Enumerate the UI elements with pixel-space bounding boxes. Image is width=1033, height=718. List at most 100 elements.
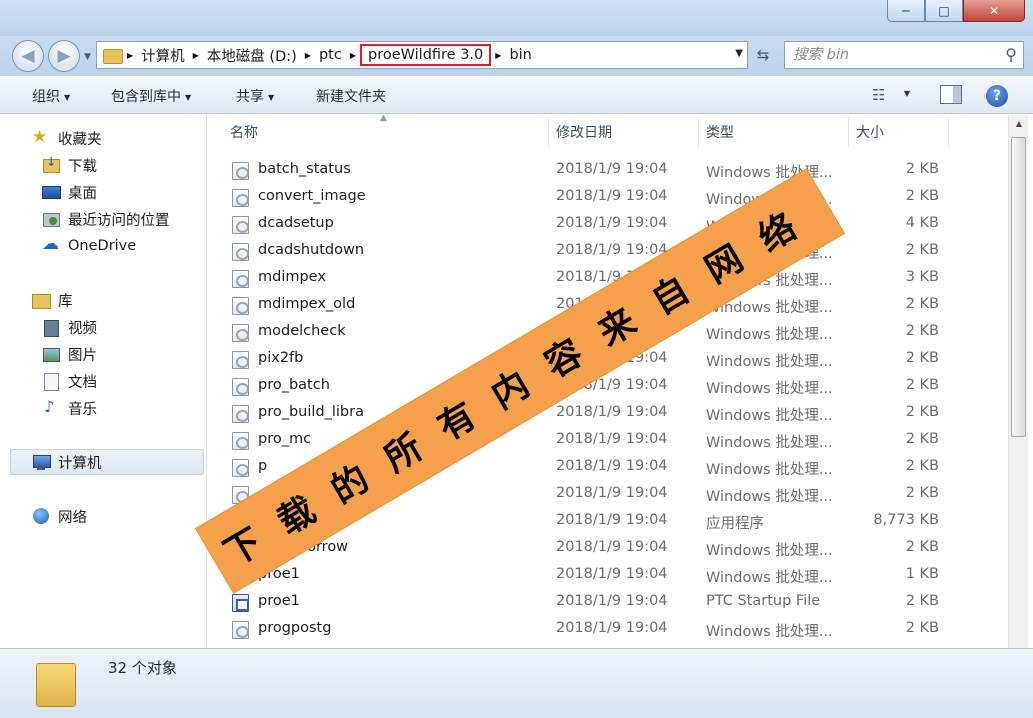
file-date: 2018/1/9 19:04 <box>556 620 668 636</box>
sidebar-item-onedrive[interactable]: OneDrive <box>42 234 137 257</box>
chevron-right-icon[interactable]: ▶ <box>193 51 199 60</box>
share-button[interactable]: 共享 ▼ <box>236 86 274 106</box>
address-bar[interactable]: ▶ 计算机 ▶ 本地磁盘 (D:) ▶ ptc ▶ proeWildfire 3… <box>96 41 748 69</box>
file-name: convert_image <box>258 188 366 204</box>
chevron-right-icon[interactable]: ▶ <box>305 51 311 60</box>
sidebar-item-label: 文档 <box>68 374 97 391</box>
sidebar-item-downloads[interactable]: 下载 <box>42 154 97 176</box>
scroll-up-icon[interactable]: ▲ <box>1012 117 1026 131</box>
file-type: Windows 批处理... <box>706 489 833 505</box>
chevron-right-icon[interactable]: ▶ <box>350 51 356 60</box>
column-header-size[interactable]: 大小 <box>856 115 884 149</box>
chevron-right-icon[interactable]: ▶ <box>127 51 133 60</box>
chevron-down-icon: ▼ <box>268 92 275 102</box>
column-divider[interactable] <box>948 117 949 147</box>
file-row[interactable]: convert_image2018/1/9 19:04Windows 批处理..… <box>208 184 1008 211</box>
view-options-icon[interactable]: ☷ <box>872 86 885 104</box>
file-name: modelcheck <box>258 323 346 339</box>
file-row[interactable]: proe_borrow2018/1/9 19:04Windows 批处理...2… <box>208 535 1008 562</box>
search-icon[interactable]: ⚲ <box>1005 45 1017 64</box>
include-in-library-button[interactable]: 包含到库中 ▼ <box>111 86 191 106</box>
breadcrumb-ptc[interactable]: ptc <box>319 47 342 63</box>
sidebar-item-music[interactable]: 音乐 <box>42 397 97 419</box>
sidebar-item-computer[interactable]: 计算机 <box>32 451 102 473</box>
refresh-button[interactable]: ⇆ <box>752 44 774 66</box>
file-size: 2 KB <box>905 377 939 393</box>
file-size: 8,773 KB <box>873 512 939 528</box>
breadcrumb-local-disk-d[interactable]: 本地磁盘 (D:) <box>207 45 297 66</box>
breadcrumb-proewildfire[interactable]: proeWildfire 3.0 <box>359 44 492 66</box>
sidebar-item-libraries[interactable]: 库 <box>32 289 73 311</box>
vertical-scrollbar[interactable]: ▲ <box>1008 115 1028 648</box>
column-divider[interactable] <box>548 117 549 147</box>
forward-button[interactable]: ▶ <box>48 40 80 72</box>
file-name: proe1 <box>258 593 300 609</box>
sidebar-item-recent-places[interactable]: 最近访问的位置 <box>42 208 170 230</box>
file-name: mdimpex <box>258 269 326 285</box>
batch-file-icon <box>232 189 249 207</box>
search-input[interactable] <box>793 47 993 63</box>
file-row[interactable]: proe1 2018/1/9 19:04 PTC Startup File 2 KB <box>208 589 1008 616</box>
file-row[interactable]: dcadsetup2018/1/9 19:04Windows 批处理...4 K… <box>208 211 1008 238</box>
network-icon <box>32 508 50 524</box>
details-pane: 32 个对象 <box>0 648 1033 718</box>
column-header-date[interactable]: 修改日期 <box>556 115 612 149</box>
column-header-type[interactable]: 类型 <box>706 115 734 149</box>
refresh-icon: ⇆ <box>756 46 770 64</box>
batch-file-icon <box>232 270 249 288</box>
breadcrumb-bin[interactable]: bin <box>509 47 531 63</box>
chevron-right-icon[interactable]: ▶ <box>495 51 501 60</box>
file-name: dcadshutdown <box>258 242 365 258</box>
close-button[interactable]: ✕ <box>963 0 1025 22</box>
chevron-down-icon[interactable]: ▼ <box>904 89 910 98</box>
search-box[interactable]: ⚲ <box>784 41 1024 69</box>
file-row[interactable]: dcadshutdown2018/1/9 19:04Windows 批处理...… <box>208 238 1008 265</box>
help-icon[interactable]: ? <box>986 85 1008 107</box>
sort-ascending-icon: ▲ <box>380 115 387 123</box>
batch-file-icon <box>232 432 249 450</box>
file-date: 2018/1/9 19:04 <box>556 593 668 609</box>
sidebar-item-label: OneDrive <box>68 238 137 254</box>
file-type: Windows 批处理... <box>706 327 833 343</box>
folder-icon <box>103 47 125 64</box>
sidebar-item-documents[interactable]: 文档 <box>42 370 97 392</box>
file-type: Windows 批处理... <box>706 408 833 424</box>
file-size: 2 KB <box>905 404 939 420</box>
breadcrumb-computer[interactable]: 计算机 <box>141 45 185 66</box>
minimize-button[interactable]: ─ <box>887 0 925 22</box>
sidebar-item-label: 图片 <box>68 347 97 364</box>
address-dropdown-icon[interactable]: ▼ <box>735 48 743 59</box>
file-date: 2018/1/9 19:04 <box>556 485 668 501</box>
organize-button[interactable]: 组织 ▼ <box>32 86 70 106</box>
sidebar-item-network[interactable]: 网络 <box>32 505 87 527</box>
sidebar-item-videos[interactable]: 视频 <box>42 316 97 338</box>
maximize-button[interactable]: □ <box>925 0 963 22</box>
file-name: pro_batch <box>258 377 330 393</box>
column-divider[interactable] <box>698 117 699 147</box>
file-date: 2018/1/9 19:04 <box>556 458 668 474</box>
batch-file-icon <box>232 324 249 342</box>
sidebar-item-favorites[interactable]: 收藏夹 <box>32 127 102 149</box>
file-size: 2 KB <box>905 161 939 177</box>
sidebar-item-pictures[interactable]: 图片 <box>42 343 97 365</box>
column-divider[interactable] <box>848 117 849 147</box>
file-row[interactable]: pro_build_libra 2018/1/9 19:04 Windows 批处理… <box>208 400 1008 427</box>
recent-pages-dropdown[interactable]: ▼ <box>84 52 91 62</box>
file-row[interactable]: proe1 2018/1/9 19:04 Windows 批处理... 1 KB <box>208 562 1008 589</box>
video-icon <box>42 319 60 337</box>
file-row[interactable]: pro_batch 2018/1/9 19:04 Windows 批处理... 2 K… <box>208 373 1008 400</box>
file-row[interactable]: batch_status 2018/1/9 19:04 Windows 批处理...… <box>208 157 1008 184</box>
sidebar-item-desktop[interactable]: 桌面 <box>42 181 97 203</box>
file-date: 2018/1/9 19:04 <box>556 539 668 555</box>
batch-file-icon <box>232 162 249 180</box>
file-size: 2 KB <box>905 296 939 312</box>
back-button[interactable]: ◀ <box>12 40 44 72</box>
file-row[interactable]: progpostg 2018/1/9 19:04 Windows 批处理... 2 K… <box>208 616 1008 643</box>
new-folder-button[interactable]: 新建文件夹 <box>316 86 386 106</box>
scrollbar-thumb[interactable] <box>1011 137 1026 437</box>
column-header-name[interactable]: 名称 <box>230 115 258 149</box>
sidebar-item-label: 音乐 <box>68 401 97 418</box>
file-size: 2 KB <box>905 323 939 339</box>
preview-pane-icon[interactable] <box>940 85 962 104</box>
file-date: 2018/1/9 19:04 <box>556 566 668 582</box>
